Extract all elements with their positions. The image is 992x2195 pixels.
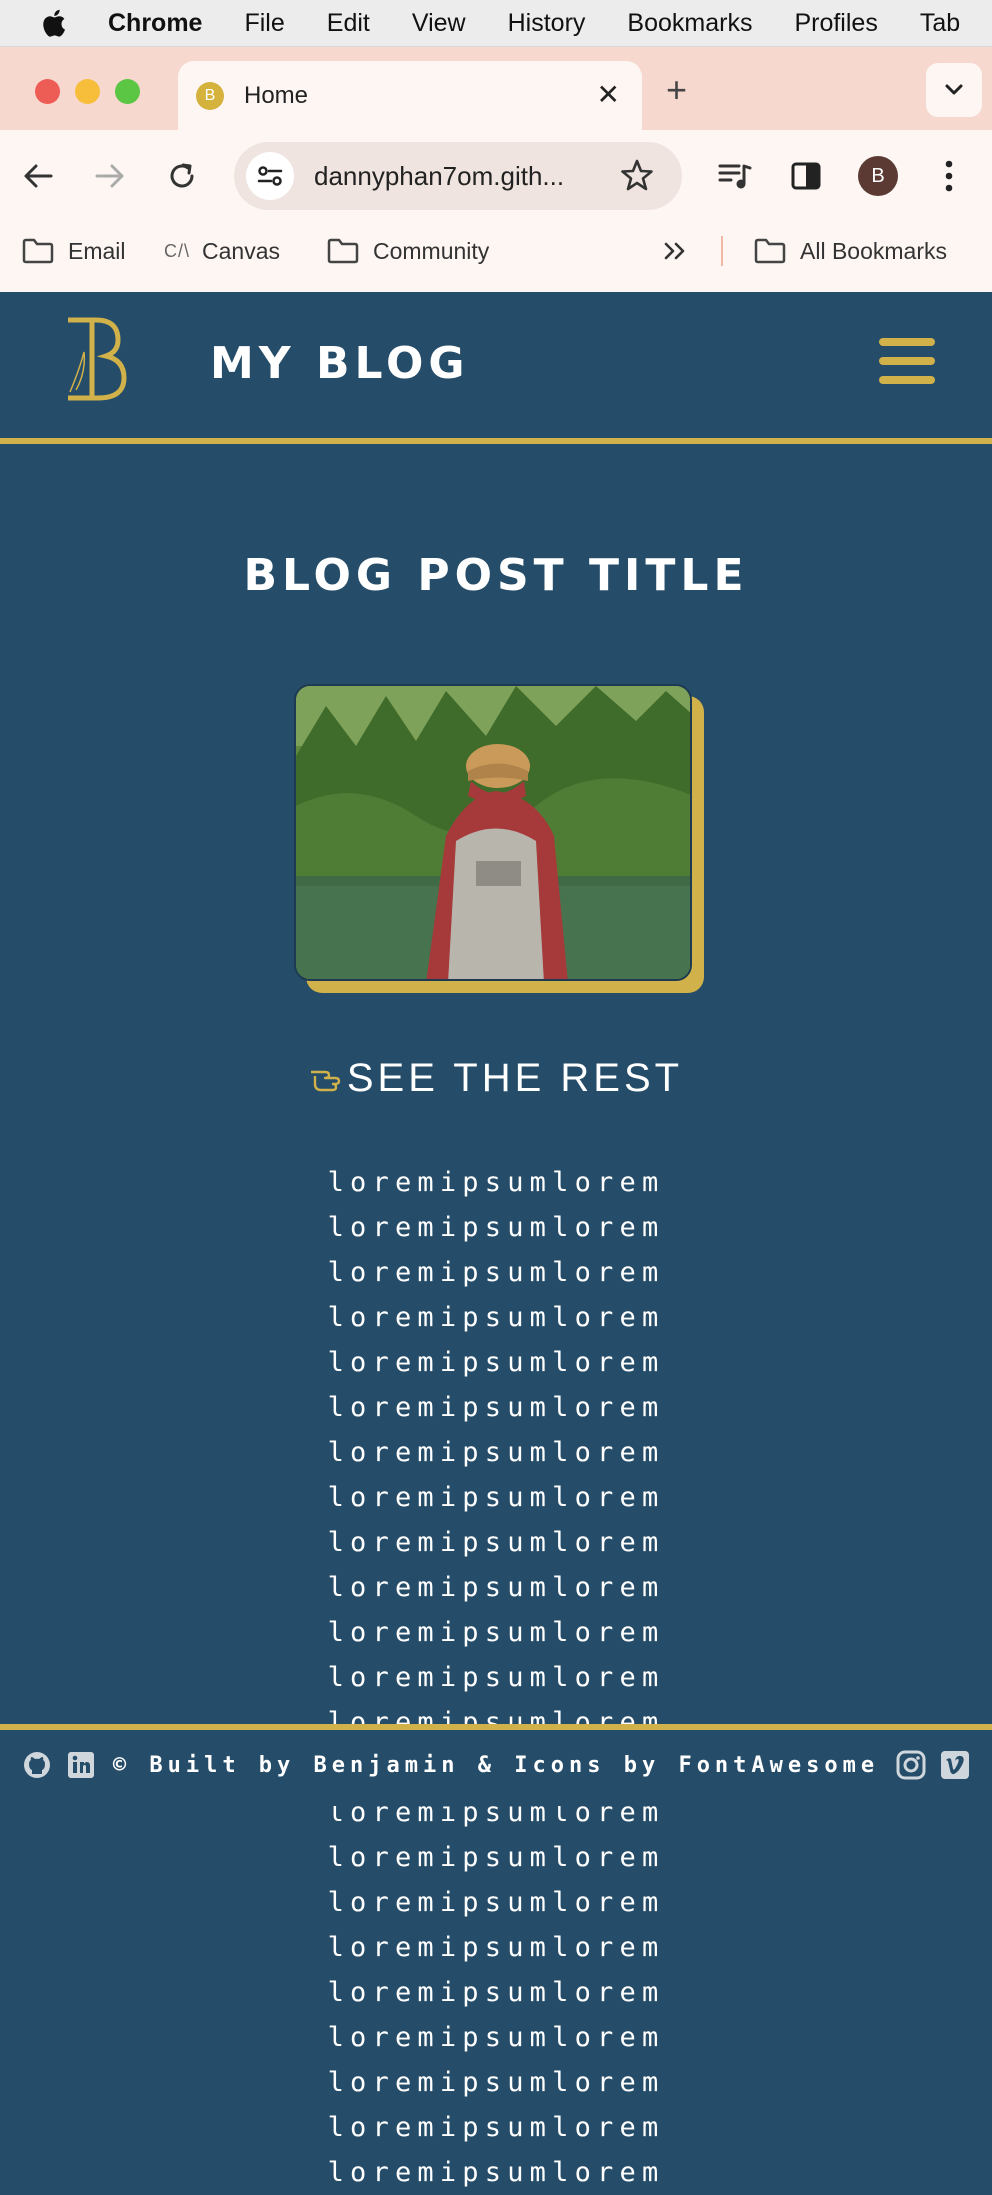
menu-history[interactable]: History <box>508 9 586 38</box>
more-vertical-icon[interactable] <box>934 156 964 196</box>
bookmark-all-label: All Bookmarks <box>800 237 947 264</box>
tab-title: Home <box>244 82 309 109</box>
bookmark-community[interactable]: Community <box>327 233 489 269</box>
macos-menubar: Chrome File Edit View History Bookmarks … <box>0 0 992 47</box>
github-icon[interactable] <box>21 1749 53 1781</box>
back-arrow-icon[interactable] <box>20 158 56 194</box>
side-panel-icon[interactable] <box>788 158 824 194</box>
bookmarks-overflow-chevron-icon[interactable] <box>660 236 690 266</box>
footer-credit: © Built by Benjamin & Icons by FontAweso… <box>112 1752 880 1778</box>
url-text: dannyphan7om.gith... <box>314 160 565 191</box>
canvas-favicon: C/\ <box>164 240 191 261</box>
linkedin-icon[interactable] <box>65 1749 97 1781</box>
media-controls-icon[interactable] <box>716 158 754 194</box>
instagram-icon[interactable] <box>895 1749 927 1781</box>
menu-file[interactable]: File <box>244 9 284 38</box>
site-logo-icon[interactable] <box>62 312 132 402</box>
forward-arrow-icon[interactable] <box>92 158 128 194</box>
close-icon[interactable]: ✕ <box>597 81 620 109</box>
vimeo-icon[interactable] <box>939 1749 971 1781</box>
site-header <box>0 292 992 444</box>
apple-icon[interactable] <box>40 8 70 38</box>
post-image-frame <box>294 684 704 993</box>
footer-row: © Built by Benjamin & Icons by FontAweso… <box>0 1745 992 1785</box>
tab-home[interactable]: B Home ✕ <box>178 61 642 131</box>
see-the-rest-label: SEE THE REST <box>346 1056 684 1100</box>
bookmarks-separator <box>721 236 723 266</box>
profile-avatar[interactable]: B <box>858 156 898 196</box>
reload-icon[interactable] <box>164 158 200 194</box>
address-bar[interactable]: dannyphan7om.gith... <box>234 142 682 210</box>
bookmark-email-label: Email <box>68 237 126 264</box>
zoom-window-button[interactable] <box>115 79 140 104</box>
menu-edit[interactable]: Edit <box>327 9 370 38</box>
tab-search-button[interactable] <box>926 63 982 117</box>
bookmark-email[interactable]: Email <box>22 233 126 269</box>
bookmark-all-bookmarks[interactable]: All Bookmarks <box>754 233 947 269</box>
menu-tab[interactable]: Tab <box>920 9 960 38</box>
menu-chrome[interactable]: Chrome <box>108 9 202 38</box>
menu-view[interactable]: View <box>412 9 466 38</box>
minimize-window-button[interactable] <box>75 79 100 104</box>
post-body-text: loremipsumlorem loremipsumlorem loremips… <box>327 1167 665 2188</box>
pointing-hand-icon <box>310 1070 341 1091</box>
site-title[interactable]: MY BLOG <box>210 338 470 389</box>
folder-icon <box>327 238 359 264</box>
menu-profiles[interactable]: Profiles <box>794 9 877 38</box>
new-tab-button[interactable]: + <box>666 70 687 110</box>
hamburger-menu-icon[interactable] <box>879 338 935 390</box>
bookmark-canvas-label: Canvas <box>202 237 280 264</box>
bookmark-canvas[interactable]: C/\ Canvas <box>164 233 280 269</box>
see-the-rest-link[interactable]: SEE THE REST <box>0 1056 992 1101</box>
menu-bookmarks[interactable]: Bookmarks <box>627 9 752 38</box>
bookmark-community-label: Community <box>373 237 490 264</box>
chevron-down-icon <box>945 84 963 95</box>
site-settings-icon[interactable] <box>246 152 294 200</box>
post-title: BLOG POST TITLE <box>243 550 749 601</box>
folder-icon <box>754 238 786 264</box>
folder-icon <box>22 238 54 264</box>
post-image <box>294 684 692 981</box>
bookmark-star-icon[interactable] <box>620 158 654 197</box>
tab-favicon: B <box>196 82 224 110</box>
close-window-button[interactable] <box>35 79 60 104</box>
